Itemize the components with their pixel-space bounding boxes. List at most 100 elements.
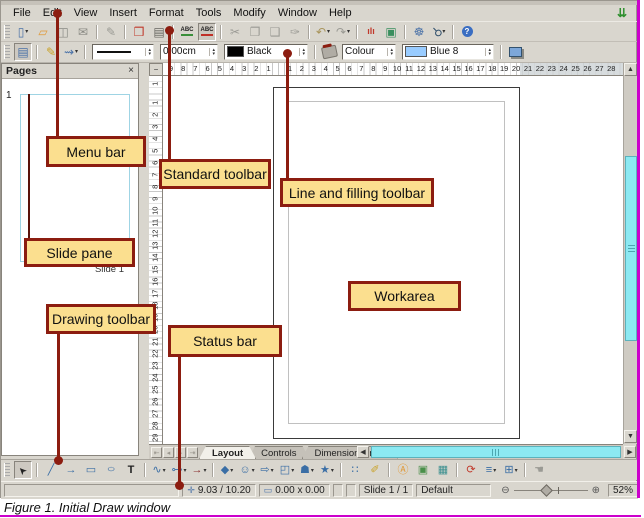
menu-window[interactable]: Window: [272, 6, 323, 20]
prev-slide-button[interactable]: ◂: [163, 447, 174, 458]
menu-help[interactable]: Help: [323, 6, 358, 20]
pane-splitter[interactable]: [139, 63, 149, 456]
lines-arrows-icon[interactable]: → ▾: [190, 461, 208, 479]
rectangle-icon[interactable]: ▭: [82, 461, 100, 479]
zoom-slider-thumb[interactable]: [539, 484, 553, 497]
spinner-icon[interactable]: ▴ ▾: [387, 47, 393, 56]
update-available-icon[interactable]: ⇊: [617, 6, 627, 20]
arrow-icon[interactable]: →: [62, 461, 80, 479]
tab-layout[interactable]: Layout: [199, 446, 256, 459]
toolbar-grip[interactable]: [4, 44, 10, 59]
new-icon[interactable]: ▯ ▾: [14, 23, 32, 41]
area-style-icon[interactable]: [320, 43, 338, 61]
edit-file-icon[interactable]: ✎: [102, 23, 120, 41]
zoom-percent-field[interactable]: 52%: [607, 484, 638, 497]
symbol-shapes-icon[interactable]: ☺ ▾: [238, 461, 256, 479]
page[interactable]: [273, 87, 520, 439]
ruler-corner-button[interactable]: −: [149, 63, 163, 76]
callouts-icon[interactable]: ☗ ▾: [298, 461, 316, 479]
redo-icon[interactable]: ↷ ▾: [334, 23, 352, 41]
rotate-icon[interactable]: ⟳: [462, 461, 480, 479]
dropdown-arrow-icon[interactable]: ▾: [493, 467, 496, 474]
zoom-slider[interactable]: ⊖ ⊕: [501, 484, 600, 497]
alignment-icon[interactable]: ≡ ▾: [482, 461, 500, 479]
fontwork-icon[interactable]: Ⓐ: [394, 461, 412, 479]
help-icon[interactable]: [458, 23, 476, 41]
paste-icon[interactable]: ❑: [266, 23, 284, 41]
dropdown-arrow-icon[interactable]: ▾: [271, 467, 274, 474]
arrange-icon[interactable]: ⊞ ▾: [502, 461, 520, 479]
menu-view[interactable]: View: [68, 6, 104, 20]
horizontal-scroll-thumb[interactable]: [371, 446, 621, 458]
basic-shapes-icon[interactable]: ◆ ▾: [218, 461, 236, 479]
dropdown-arrow-icon[interactable]: ▾: [203, 467, 206, 474]
scroll-up-button[interactable]: ▲: [624, 63, 637, 76]
line-style-combo[interactable]: ▴ ▾: [92, 43, 154, 60]
scroll-right-button[interactable]: ▶: [624, 446, 636, 458]
slide-indicator[interactable]: Slide 1 / 1: [358, 484, 414, 497]
menu-file[interactable]: File: [7, 6, 37, 20]
spinner-icon[interactable]: ▴ ▾: [145, 47, 151, 56]
dropdown-arrow-icon[interactable]: ▾: [327, 28, 330, 35]
close-icon[interactable]: ×: [128, 66, 134, 76]
menu-tools[interactable]: Tools: [190, 6, 228, 20]
export-pdf-icon[interactable]: ❒: [130, 23, 148, 41]
text-icon[interactable]: T: [122, 461, 140, 479]
slide-thumbnail[interactable]: [20, 94, 130, 262]
spinner-icon[interactable]: ▴ ▾: [485, 47, 491, 56]
format-paintbrush-icon[interactable]: ✑: [286, 23, 304, 41]
open-icon[interactable]: ▱: [34, 23, 52, 41]
toolbar-grip[interactable]: [4, 463, 10, 477]
vertical-scroll-thumb[interactable]: [625, 156, 637, 341]
workarea-canvas[interactable]: [163, 76, 623, 444]
dropdown-arrow-icon[interactable]: ▾: [515, 467, 518, 474]
email-icon[interactable]: ✉: [74, 23, 92, 41]
copy-icon[interactable]: ❐: [246, 23, 264, 41]
gallery-icon[interactable]: ▣: [382, 23, 400, 41]
last-slide-button[interactable]: ⇥: [187, 447, 198, 458]
zoom-icon[interactable]: ⚲ ▾: [429, 23, 448, 41]
dropdown-arrow-icon[interactable]: ▾: [230, 467, 233, 474]
menu-format[interactable]: Format: [143, 6, 190, 20]
flowchart-icon[interactable]: ◰ ▾: [278, 461, 296, 479]
dropdown-arrow-icon[interactable]: ▾: [311, 467, 314, 474]
glue-points-icon[interactable]: ✐: [366, 461, 384, 479]
dropdown-arrow-icon[interactable]: ▾: [75, 48, 78, 55]
first-slide-button[interactable]: ⇤: [151, 447, 162, 458]
from-file-icon[interactable]: ▣: [414, 461, 432, 479]
gallery-icon-drawing[interactable]: ▦: [434, 461, 452, 479]
dropdown-arrow-icon[interactable]: ▾: [163, 467, 166, 474]
dropdown-arrow-icon[interactable]: ▾: [347, 28, 350, 35]
menu-insert[interactable]: Insert: [103, 6, 143, 20]
tab-controls[interactable]: Controls: [248, 446, 309, 459]
menu-modify[interactable]: Modify: [227, 6, 271, 20]
styles-formatting-icon[interactable]: ▤: [14, 42, 32, 61]
vertical-ruler[interactable]: 1123456789101112131415161718192021222324…: [149, 76, 163, 444]
autospellcheck-icon[interactable]: [198, 22, 216, 41]
stars-icon[interactable]: ★ ▾: [318, 461, 336, 479]
dropdown-arrow-icon[interactable]: ▾: [252, 467, 255, 474]
dropdown-arrow-icon[interactable]: ▾: [331, 467, 334, 474]
spinner-icon[interactable]: ▴ ▾: [299, 47, 305, 56]
spinner-icon[interactable]: ▴ ▾: [209, 47, 215, 56]
line-color-combo[interactable]: Black ▴ ▾: [224, 43, 308, 60]
toolbar-grip[interactable]: [4, 24, 10, 39]
zoom-out-button[interactable]: ⊖: [501, 485, 509, 496]
select-icon[interactable]: ➤: [14, 461, 32, 479]
shadow-icon[interactable]: [506, 43, 524, 61]
dropdown-arrow-icon[interactable]: ▾: [291, 467, 294, 474]
horizontal-ruler[interactable]: 9876543211234567891011121314151617181920…: [163, 63, 623, 76]
scroll-down-button[interactable]: ▼: [624, 430, 637, 443]
undo-icon[interactable]: ↶ ▾: [314, 23, 332, 41]
block-arrows-icon[interactable]: ⇨ ▾: [258, 461, 276, 479]
zoom-slider-track[interactable]: [513, 484, 588, 497]
arrow-style-icon[interactable]: ⇝ ▾: [62, 43, 80, 61]
interaction-icon[interactable]: ☚: [530, 461, 548, 479]
curve-icon[interactable]: ∿ ▾: [150, 461, 168, 479]
cut-icon[interactable]: ✂: [226, 23, 244, 41]
vertical-scrollbar[interactable]: ▲ ▼: [623, 63, 638, 444]
fill-type-combo[interactable]: Colour ▴ ▾: [342, 43, 396, 60]
spellcheck-icon[interactable]: [178, 23, 196, 41]
scroll-left-button[interactable]: ◀: [357, 446, 369, 458]
edit-points-icon[interactable]: ∷: [346, 461, 364, 479]
